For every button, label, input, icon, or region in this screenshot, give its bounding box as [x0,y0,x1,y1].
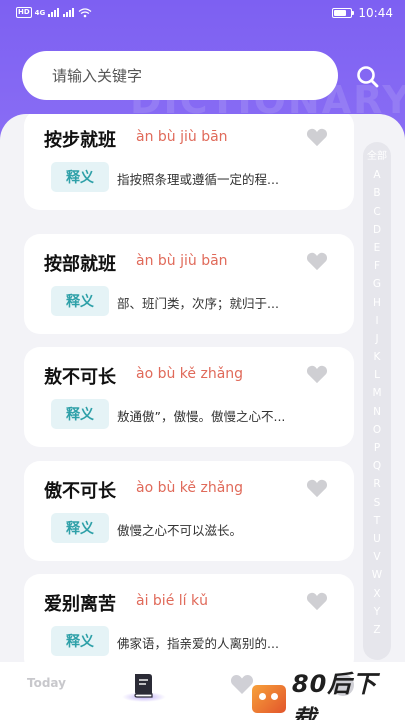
index-letter[interactable]: O [373,421,381,439]
content-panel: 按步就班 àn bù jiù bān 释义 指按照条理或遵循一定的程... 按部… [0,114,405,662]
signal-icon-2 [63,8,75,17]
entry-pinyin: àn bù jiù bān [136,253,228,269]
index-letter[interactable]: C [373,203,380,221]
entry-definition: 敖通傲”，傲慢。傲慢之心不... [117,409,286,424]
tab-today[interactable]: Today [27,676,66,690]
index-letter[interactable]: F [374,257,380,275]
entry-pinyin: ào bù kě zhǎng [136,366,244,382]
index-letter[interactable]: V [373,548,380,566]
watermark-logo-text: 80后下载 [291,670,378,720]
entry-word: 按部就班 [44,254,116,275]
index-letter[interactable]: H [373,294,381,312]
entry-definition: 佛家语，指亲爱的人离别的... [117,636,279,651]
index-all[interactable]: 全部 [367,148,387,166]
favorite-heart-icon[interactable] [306,364,328,384]
entry-card[interactable]: 按部就班 àn bù jiù bān 释义 部、班门类，次序；就归于... [24,234,354,334]
entry-card[interactable]: 敖不可长 ào bù kě zhǎng 释义 敖通傲”，傲慢。傲慢之心不... [24,347,354,447]
logo-mark-icon [252,685,286,713]
entry-word: 敖不可长 [44,367,116,388]
index-letter[interactable]: U [373,530,381,548]
entry-card[interactable]: 按步就班 àn bù jiù bān 释义 指按照条理或遵循一定的程... [24,114,354,210]
wifi-icon [78,7,92,17]
definition-tag: 释义 [51,513,109,543]
search-box[interactable] [22,51,338,100]
definition-tag: 释义 [51,626,109,656]
search-icon[interactable] [355,64,381,90]
index-letter[interactable]: S [374,494,381,512]
network-badge: 4G [34,8,46,17]
index-letter[interactable]: N [373,403,381,421]
index-letter[interactable]: I [375,312,378,330]
battery-icon [332,8,355,18]
index-letter[interactable]: Z [373,621,380,639]
index-letter[interactable]: Q [373,457,381,475]
status-bar: HD 4G 10:44 [0,0,405,28]
index-letter[interactable]: L [374,366,380,384]
status-right: 10:44 [332,6,393,20]
entry-card[interactable]: 傲不可长 ào bù kě zhǎng 释义 傲慢之心不可以滋长。 [24,461,354,561]
definition-tag: 释义 [51,162,109,192]
entry-word: 按步就班 [44,130,116,151]
index-letter[interactable]: Y [374,603,380,621]
entry-definition: 傲慢之心不可以滋长。 [117,523,243,538]
index-letter[interactable]: R [373,475,380,493]
search-input[interactable] [52,66,312,85]
index-letter[interactable]: D [373,221,381,239]
index-letter[interactable]: B [373,184,380,202]
definition-tag: 释义 [51,399,109,429]
index-letter[interactable]: J [375,330,378,348]
entry-pinyin: ào bù kě zhǎng [136,480,244,496]
favorite-heart-icon[interactable] [306,251,328,271]
index-letter[interactable]: M [372,384,381,402]
index-letter[interactable]: A [373,166,380,184]
index-letter[interactable]: W [372,566,382,584]
entry-pinyin: àn bù jiù bān [136,129,228,145]
entry-pinyin: ài bié lí kǔ [136,593,208,609]
status-time: 10:44 [358,6,393,20]
favorite-heart-icon[interactable] [306,478,328,498]
entry-card[interactable]: 爱别离苦 ài bié lí kǔ 释义 佛家语，指亲爱的人离别的... [24,574,354,662]
entry-word: 爱别离苦 [44,594,116,615]
index-letter[interactable]: P [374,439,380,457]
favorite-heart-icon[interactable] [306,127,328,147]
tab-favorites-heart-icon[interactable] [230,673,254,695]
entry-definition: 部、班门类，次序；就归于... [117,296,279,311]
index-letter[interactable]: E [374,239,381,257]
watermark-logo: 80后下载 [252,670,402,720]
alphabet-index[interactable]: 全部 A B C D E F G H I J K L M N O P Q R S… [363,142,391,660]
status-left: HD 4G [16,7,92,18]
index-letter[interactable]: G [373,275,381,293]
index-letter[interactable]: K [374,348,381,366]
hd-badge: HD [16,7,32,18]
index-letter[interactable]: T [374,512,380,530]
index-letter[interactable]: X [373,585,380,603]
entry-definition: 指按照条理或遵循一定的程... [117,172,279,187]
favorite-heart-icon[interactable] [306,591,328,611]
signal-icon [48,8,60,17]
definition-tag: 释义 [51,286,109,316]
entry-word: 傲不可长 [44,481,116,502]
tab-dictionary-book-icon[interactable] [128,670,158,700]
